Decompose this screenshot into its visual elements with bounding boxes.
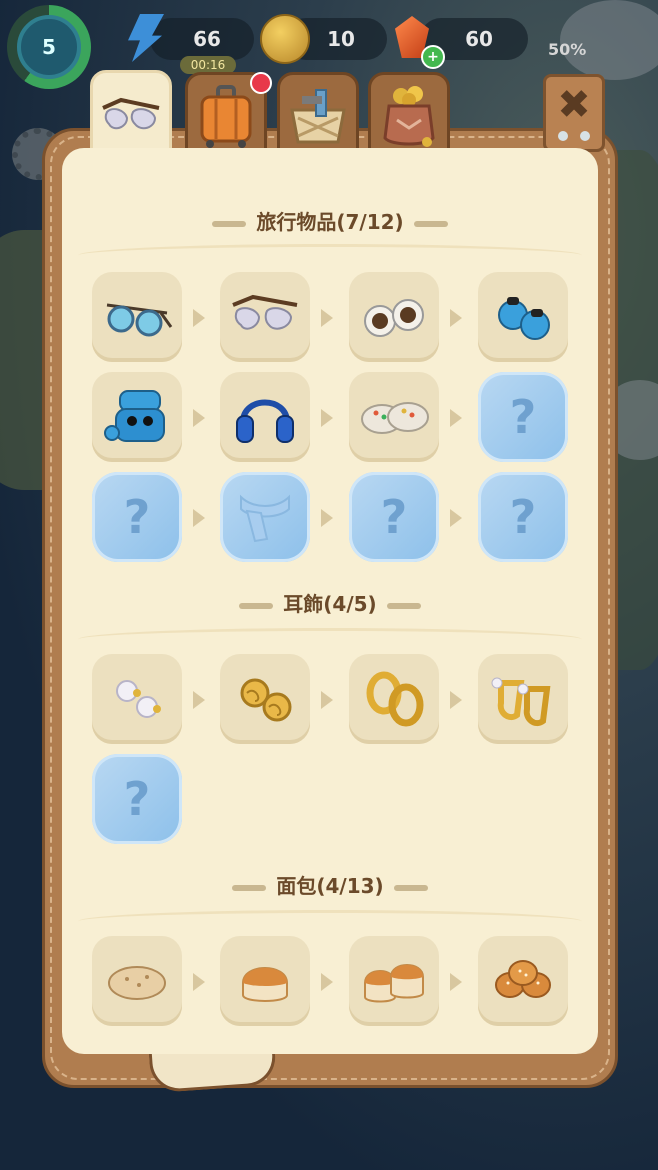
collection-panel: 旅行物品(7/12) ? ? ? ? 耳飾(4/5) ? 面包(4/13) bbox=[62, 148, 598, 1054]
gem-value: 60 bbox=[465, 27, 493, 51]
title-ornament-left bbox=[232, 884, 267, 891]
item-slot[interactable] bbox=[92, 272, 182, 362]
knot-earrings-icon bbox=[240, 678, 292, 722]
title-ornament-left bbox=[239, 602, 274, 609]
item-slot[interactable] bbox=[478, 936, 568, 1026]
section-title-travel: 旅行物品(7/12) bbox=[62, 206, 598, 235]
energy-counter[interactable]: 66 bbox=[150, 18, 254, 60]
item-slot[interactable] bbox=[478, 654, 568, 744]
item-slot[interactable] bbox=[92, 372, 182, 462]
title-ornament-right bbox=[413, 220, 448, 227]
question-mark: ? bbox=[509, 490, 537, 544]
item-slot[interactable] bbox=[349, 272, 439, 362]
earbuds-case-icon bbox=[104, 390, 165, 442]
pearl-hoop-earrings-icon bbox=[491, 677, 551, 727]
gold-hoop-earrings-icon bbox=[366, 671, 424, 727]
question-mark: ? bbox=[509, 390, 537, 444]
pearl-earrings-icon bbox=[116, 680, 161, 718]
item-slot[interactable] bbox=[92, 654, 182, 744]
notification-badge bbox=[250, 72, 272, 94]
item-slot[interactable] bbox=[92, 936, 182, 1026]
locked-item-slot[interactable]: ? bbox=[92, 472, 182, 562]
treasure-pot-tab-icon bbox=[383, 86, 435, 147]
blue-earbuds-icon bbox=[498, 297, 550, 340]
headphones-icon bbox=[236, 399, 294, 443]
section-divider bbox=[78, 910, 582, 933]
tab-tools[interactable] bbox=[277, 72, 359, 160]
scarf-silhouette-icon bbox=[240, 494, 290, 543]
item-slot[interactable] bbox=[478, 272, 568, 362]
item-slot[interactable] bbox=[349, 936, 439, 1026]
suitcase-tab-icon bbox=[200, 85, 252, 148]
close-icon: ✖ bbox=[557, 82, 591, 128]
chain-arrow bbox=[321, 691, 333, 709]
title-ornament-right bbox=[393, 884, 428, 891]
double-roll-icon bbox=[364, 964, 424, 1003]
tab-treasure[interactable] bbox=[368, 72, 450, 160]
level-number: 5 bbox=[17, 15, 81, 79]
section-title-earrings: 耳飾(4/5) bbox=[62, 588, 598, 617]
section-title-text: 旅行物品(7/12) bbox=[256, 210, 404, 234]
level-badge[interactable]: 5 bbox=[7, 5, 91, 89]
chain-arrow bbox=[193, 309, 205, 327]
chain-arrow bbox=[450, 509, 462, 527]
chain-arrow bbox=[193, 409, 205, 427]
section-divider bbox=[78, 628, 582, 651]
toolbox-tab-icon bbox=[290, 89, 346, 144]
flatbread-icon bbox=[108, 966, 166, 1000]
chain-arrow bbox=[193, 509, 205, 527]
section-title-text: 面包(4/13) bbox=[276, 874, 384, 898]
coin-value: 10 bbox=[327, 27, 355, 51]
section-title-text: 耳飾(4/5) bbox=[283, 592, 377, 616]
chain-arrow bbox=[450, 973, 462, 991]
chain-arrow bbox=[450, 309, 462, 327]
locked-item-slot[interactable]: ? bbox=[92, 754, 182, 844]
item-slot[interactable] bbox=[349, 654, 439, 744]
locked-item-slot[interactable]: ? bbox=[349, 472, 439, 562]
question-mark: ? bbox=[123, 772, 151, 826]
sunglasses-tab-icon bbox=[102, 97, 160, 130]
section-divider bbox=[78, 244, 582, 267]
close-button[interactable]: ✖ bbox=[543, 74, 605, 152]
chain-arrow bbox=[321, 409, 333, 427]
chain-arrow bbox=[193, 691, 205, 709]
heart-sunglasses-icon bbox=[232, 294, 298, 330]
question-mark: ? bbox=[123, 490, 151, 544]
chain-arrow bbox=[321, 973, 333, 991]
item-slot[interactable] bbox=[220, 372, 310, 462]
item-slot[interactable] bbox=[349, 372, 439, 462]
section-title-bread: 面包(4/13) bbox=[62, 870, 598, 899]
clogs-icon bbox=[361, 402, 429, 434]
chain-arrow bbox=[193, 973, 205, 991]
chain-arrow bbox=[450, 409, 462, 427]
question-mark: ? bbox=[380, 490, 408, 544]
locked-item-slot[interactable] bbox=[220, 472, 310, 562]
locked-item-slot[interactable]: ? bbox=[478, 472, 568, 562]
title-ornament-left bbox=[212, 220, 247, 227]
progress-percent: 50% bbox=[548, 40, 587, 59]
blue-sunglasses-icon bbox=[106, 303, 173, 337]
energy-value: 66 bbox=[193, 27, 221, 51]
chain-arrow bbox=[450, 691, 462, 709]
coin-icon bbox=[260, 14, 310, 64]
item-slot[interactable] bbox=[220, 654, 310, 744]
locked-item-slot[interactable]: ? bbox=[478, 372, 568, 462]
rivet-right bbox=[580, 131, 590, 141]
rivet-left bbox=[558, 131, 568, 141]
add-gems-button[interactable]: + bbox=[421, 45, 445, 69]
item-slot[interactable] bbox=[220, 936, 310, 1026]
bread-roll-icon bbox=[242, 967, 288, 1002]
chain-arrow bbox=[321, 309, 333, 327]
title-ornament-right bbox=[386, 602, 421, 609]
braided-bread-icon bbox=[495, 960, 551, 998]
item-slot[interactable] bbox=[220, 272, 310, 362]
chain-arrow bbox=[321, 509, 333, 527]
white-goggles-icon bbox=[364, 299, 424, 337]
